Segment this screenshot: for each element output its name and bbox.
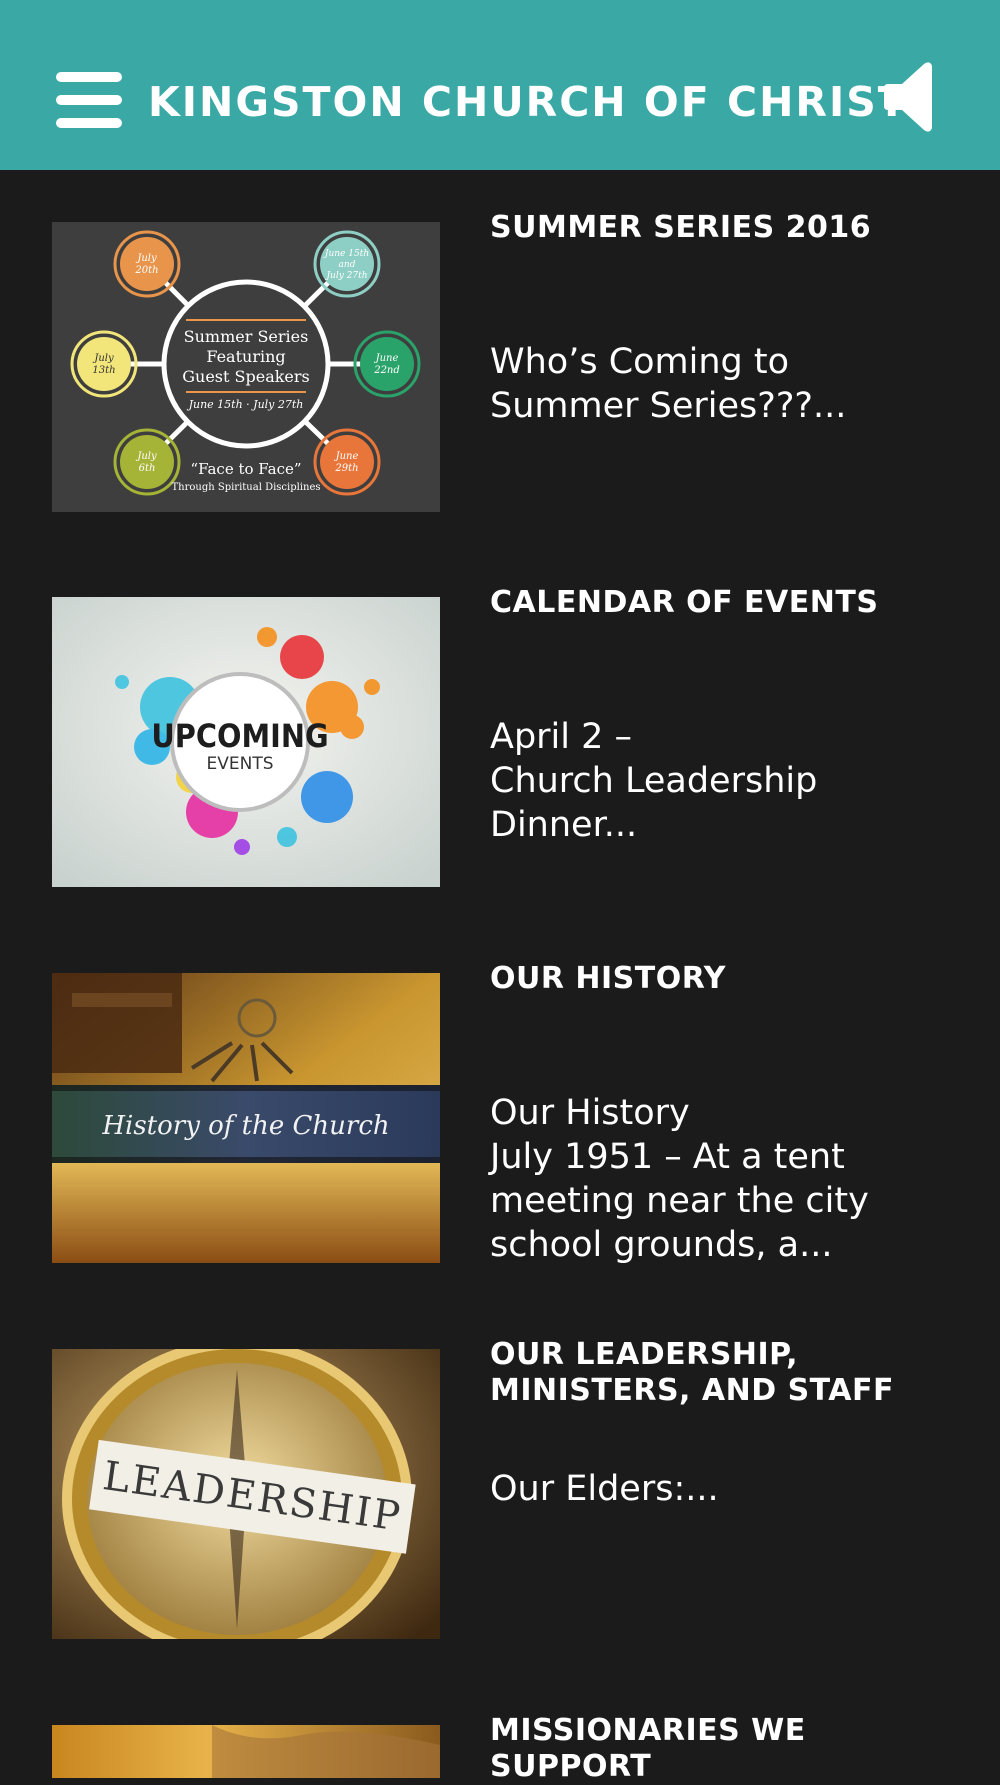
svg-text:29th: 29th [334,463,358,474]
post-excerpt[interactable]: Who’s Coming to Summer Series???... [490,340,960,428]
series-dates: June 15th · July 27th [187,398,304,411]
history-image: History of the Church [52,973,440,1263]
svg-text:13th: 13th [92,365,115,376]
svg-text:June: June [334,451,359,462]
upcoming-events-image: UPCOMING EVENTS [52,597,440,887]
post-category[interactable]: CALENDAR OF EVENTS [490,585,960,621]
series-tagline: “Face to Face” [190,460,301,478]
post-category[interactable]: OUR LEADERSHIP, MINISTERS, AND STAFF [490,1337,960,1409]
summer-series-image: Summer Series Featuring Guest Speakers J… [52,222,440,512]
post-thumbnail[interactable]: History of the Church [52,973,440,1263]
svg-text:22nd: 22nd [373,365,400,376]
site-title[interactable]: KINGSTON CHURCH OF CHRIST [148,76,908,128]
leadership-image: LEADERSHIP [52,1349,440,1639]
post-category[interactable]: OUR HISTORY [490,961,960,997]
upcoming-text: UPCOMING [151,717,328,755]
post-excerpt[interactable]: Our Elders:... [490,1467,960,1511]
post-category[interactable]: MISSIONARIES WE SUPPORT [490,1713,960,1785]
series-subtagline: Through Spiritual Disciplines [171,482,320,493]
center-line-1: Summer Series [184,327,309,346]
svg-text:July 27th: July 27th [324,271,367,281]
menu-bar-bottom [56,118,122,128]
svg-text:July: July [135,253,157,264]
svg-text:June 15th: June 15th [323,249,369,259]
site-header: KINGSTON CHURCH OF CHRIST [0,0,1000,170]
events-text: EVENTS [206,754,273,774]
svg-text:6th: 6th [139,463,156,474]
menu-bar-top [56,72,122,82]
post-excerpt[interactable]: Our History July 1951 – At a tent meetin… [490,1091,960,1267]
speaker-icon[interactable] [884,60,938,134]
history-caption: History of the Church [101,1111,389,1141]
svg-text:June: June [374,353,399,364]
svg-text:and: and [339,260,356,270]
post-excerpt[interactable]: April 2 – Church Leadership Dinner... [490,715,960,847]
svg-text:July: July [92,353,114,364]
post-thumbnail[interactable] [52,1725,440,1778]
hamburger-menu-icon[interactable] [56,72,122,128]
post-thumbnail[interactable]: UPCOMING EVENTS [52,597,440,887]
post-category[interactable]: SUMMER SERIES 2016 [490,210,960,246]
center-line-2: Featuring [206,347,285,366]
missionaries-image [52,1725,440,1778]
menu-bar-middle [56,95,122,105]
svg-text:20th: 20th [134,265,158,276]
svg-text:July: July [135,451,157,462]
center-line-3: Guest Speakers [182,367,310,386]
speaker-icon-svg [884,62,932,132]
post-thumbnail[interactable]: LEADERSHIP [52,1349,440,1639]
post-thumbnail[interactable]: Summer Series Featuring Guest Speakers J… [52,222,440,512]
